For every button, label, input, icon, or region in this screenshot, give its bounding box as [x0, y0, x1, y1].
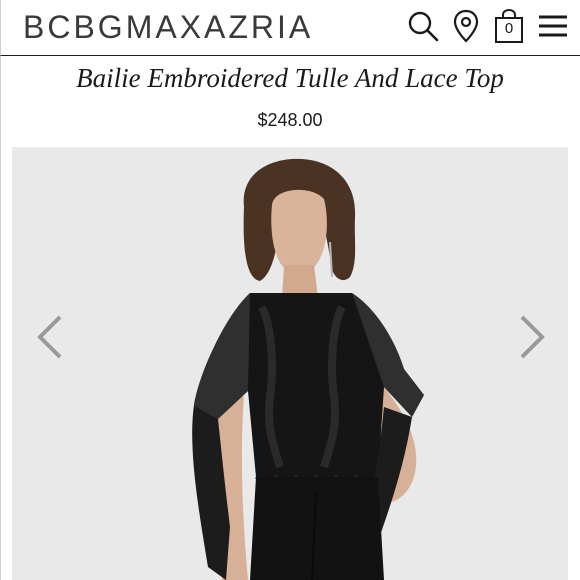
location-pin-icon	[453, 9, 479, 43]
menu-button[interactable]	[535, 8, 571, 44]
site-header: BCBGMAXAZRIA 0	[0, 0, 580, 56]
menu-icon	[539, 15, 567, 37]
next-image-button[interactable]	[516, 313, 548, 361]
product-image-gallery[interactable]	[12, 147, 568, 580]
brand-logo[interactable]: BCBGMAXAZRIA	[23, 8, 313, 46]
search-icon	[408, 11, 439, 42]
search-button[interactable]	[405, 8, 441, 44]
bag-count: 0	[504, 20, 514, 37]
chevron-left-icon	[37, 315, 62, 359]
chevron-right-icon	[520, 315, 545, 359]
page-left-border	[0, 56, 1, 580]
product-price: $248.00	[257, 110, 323, 130]
shopping-bag-button[interactable]: 0	[491, 8, 527, 44]
previous-image-button[interactable]	[34, 313, 66, 361]
product-photo	[12, 147, 568, 580]
store-locator-button[interactable]	[448, 8, 484, 44]
product-title: Bailie Embroidered Tulle And Lace Top	[76, 63, 504, 93]
